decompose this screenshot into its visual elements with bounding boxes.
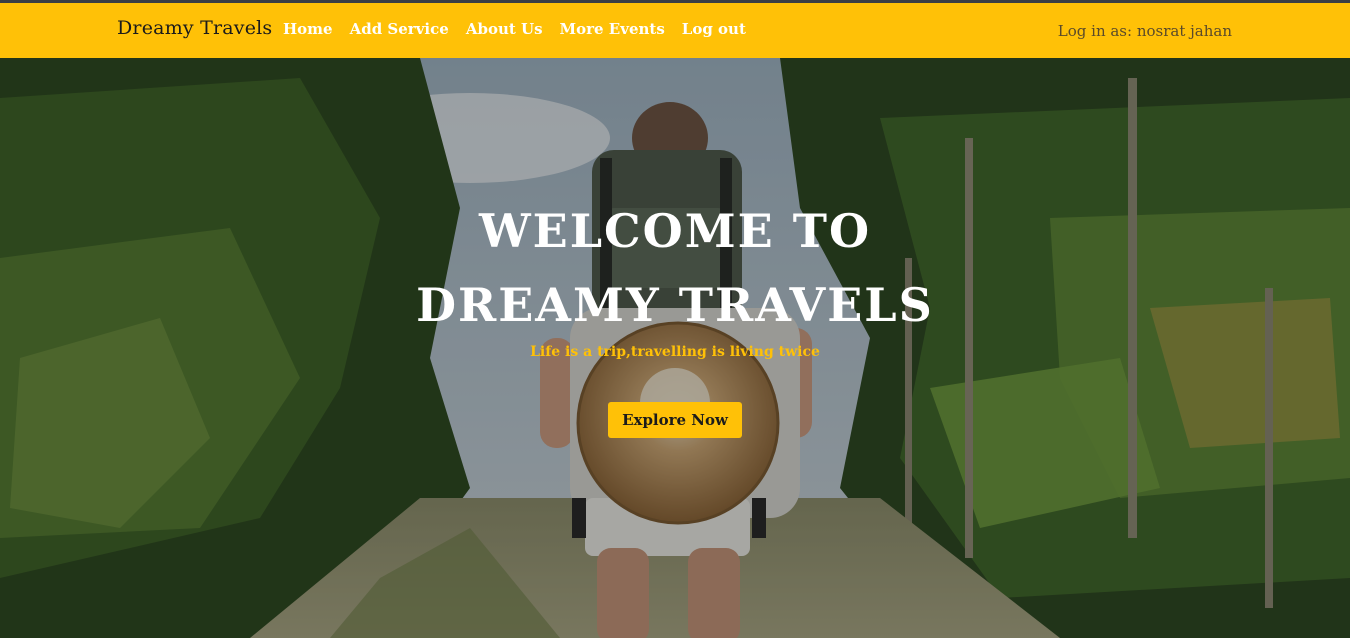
hero-section: WELCOME TO DREAMY TRAVELS Life is a trip… bbox=[0, 58, 1350, 638]
page: Dreamy Travels Home Add Service About Us… bbox=[0, 0, 1350, 638]
hero-tagline: Life is a trip,travelling is living twic… bbox=[530, 344, 820, 360]
brand-logo-link[interactable]: Dreamy Travels bbox=[117, 17, 272, 39]
nav-link-add-service[interactable]: Add Service bbox=[350, 20, 449, 38]
nav-link-home[interactable]: Home bbox=[283, 20, 333, 38]
navbar: Dreamy Travels Home Add Service About Us… bbox=[0, 0, 1350, 58]
nav-link-about-us[interactable]: About Us bbox=[466, 20, 543, 38]
hero-title: WELCOME TO DREAMY TRAVELS bbox=[416, 204, 934, 332]
explore-now-button[interactable]: Explore Now bbox=[608, 402, 742, 438]
login-status: Log in as: nosrat jahan bbox=[1057, 22, 1232, 40]
nav-link-log-out[interactable]: Log out bbox=[682, 20, 746, 38]
hero-content: WELCOME TO DREAMY TRAVELS Life is a trip… bbox=[375, 194, 975, 438]
nav-link-more-events[interactable]: More Events bbox=[560, 20, 665, 38]
nav-links: Home Add Service About Us More Events Lo… bbox=[283, 20, 763, 38]
